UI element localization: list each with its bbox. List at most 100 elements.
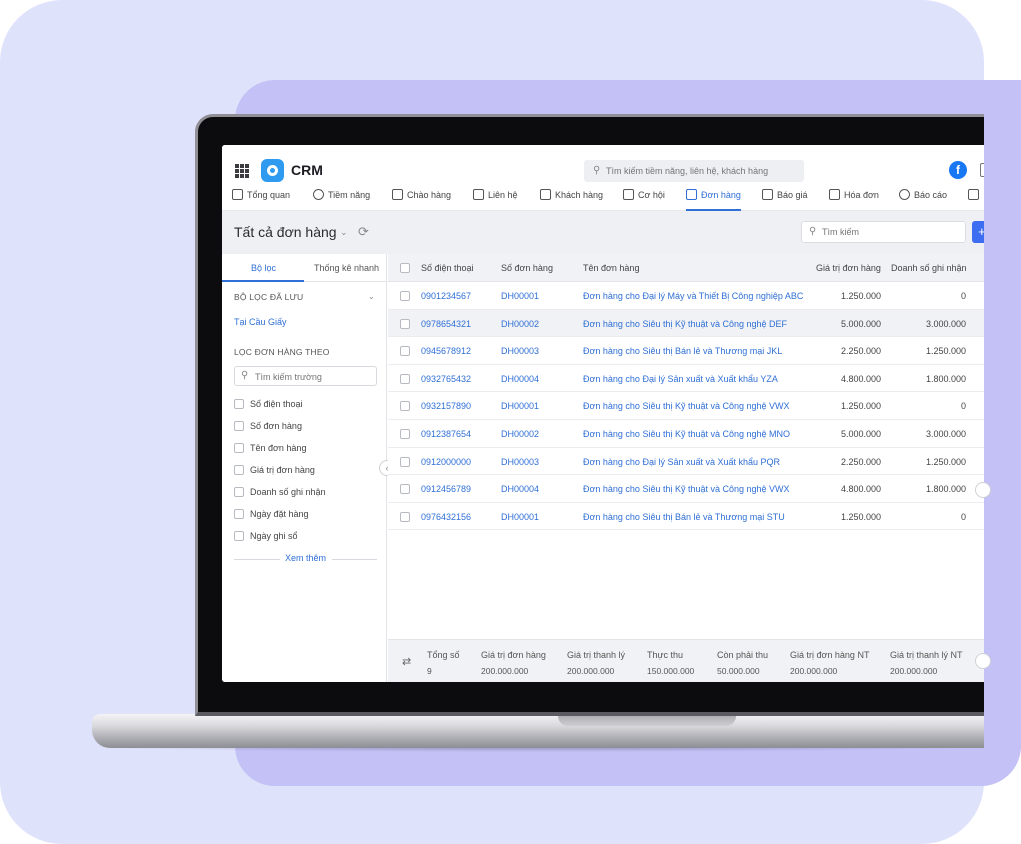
nav-item-reports[interactable]: Báo cáo	[899, 189, 947, 211]
show-more-link[interactable]: Xem thêm	[285, 553, 326, 563]
cell-order-no[interactable]: DH00001	[501, 291, 539, 301]
row-checkbox[interactable]	[400, 511, 410, 522]
field-search-input[interactable]	[255, 370, 373, 383]
nav-item-quotes[interactable]: Báo giá	[762, 189, 808, 211]
row-checkbox[interactable]	[400, 346, 410, 357]
row-checkbox[interactable]	[400, 401, 410, 412]
apps-grid-icon[interactable]	[235, 164, 249, 178]
sliders-icon[interactable]: ⇄	[402, 655, 411, 668]
tab-filter[interactable]: Bộ lọc	[251, 263, 276, 273]
cell-order-name[interactable]: Đơn hàng cho Đại lý Sản xuất và Xuất khẩ…	[583, 374, 778, 384]
cell-phone[interactable]: 0912000000	[421, 457, 471, 467]
cell-order-name[interactable]: Đơn hàng cho Siêu thị Kỹ thuật và Công n…	[583, 401, 790, 411]
table-row[interactable]: 0976432156 DH00001 Đơn hàng cho Siêu thị…	[388, 502, 984, 531]
scroll-right-button[interactable]	[975, 653, 991, 669]
checkbox[interactable]	[234, 509, 244, 519]
cell-order-no[interactable]: DH00002	[501, 319, 539, 329]
checkbox[interactable]	[234, 443, 244, 453]
cell-phone[interactable]: 0901234567	[421, 291, 471, 301]
row-checkbox[interactable]	[400, 373, 410, 384]
row-checkbox[interactable]	[400, 484, 410, 495]
crm-logo-icon[interactable]	[261, 159, 284, 182]
cell-order-no[interactable]: DH00004	[501, 484, 539, 494]
cell-order-name[interactable]: Đơn hàng cho Siêu thị Bán lẻ và Thương m…	[583, 346, 782, 356]
row-checkbox[interactable]	[400, 456, 410, 467]
filter-field-revenue[interactable]: Doanh số ghi nhận	[234, 487, 326, 499]
table-row[interactable]: 0912000000 DH00003 Đơn hàng cho Đại lý S…	[388, 447, 984, 476]
chevron-down-icon[interactable]: ⌄	[368, 292, 375, 301]
checkbox[interactable]	[234, 421, 244, 431]
checkbox[interactable]	[234, 465, 244, 475]
page-title[interactable]: Tất cả đơn hàng	[234, 224, 337, 240]
cell-order-no[interactable]: DH00002	[501, 429, 539, 439]
filter-field-order-value[interactable]: Giá trị đơn hàng	[234, 465, 315, 477]
cell-order-no[interactable]: DH00001	[501, 512, 539, 522]
row-checkbox[interactable]	[400, 291, 410, 301]
nav-item-more[interactable]	[968, 189, 983, 211]
nav-item-overview[interactable]: Tổng quan	[232, 189, 290, 211]
global-search-input[interactable]	[606, 163, 796, 179]
cell-order-no[interactable]: DH00001	[501, 401, 539, 411]
table-row[interactable]: 0978654321 DH00002 Đơn hàng cho Siêu thị…	[388, 309, 984, 338]
scroll-right-button[interactable]	[975, 482, 991, 498]
cell-order-name[interactable]: Đơn hàng cho Siêu thị Bán lẻ và Thương m…	[583, 512, 785, 522]
device-icon[interactable]	[980, 163, 984, 177]
table-row[interactable]: 0932157890 DH00001 Đơn hàng cho Siêu thị…	[388, 392, 984, 420]
filter-field-order-no[interactable]: Số đơn hàng	[234, 421, 302, 433]
refresh-icon[interactable]: ⟳	[358, 224, 369, 240]
cell-phone[interactable]: 0912456789	[421, 484, 471, 494]
facebook-icon[interactable]: f	[949, 161, 967, 179]
cell-order-name[interactable]: Đơn hàng cho Đại lý Sản xuất và Xuất khẩ…	[583, 457, 780, 467]
nav-label: Báo cáo	[914, 190, 948, 200]
cell-phone[interactable]: 0945678912	[421, 346, 471, 356]
table-row[interactable]: 0912387654 DH00002 Đơn hàng cho Siêu thị…	[388, 420, 984, 448]
field-search[interactable]: ⚲	[234, 366, 377, 386]
filter-field-phone[interactable]: Số điện thoại	[234, 399, 303, 411]
cell-order-name[interactable]: Đơn hàng cho Siêu thị Kỹ thuật và Công n…	[583, 319, 787, 329]
column-header-order-no[interactable]: Số đơn hàng	[501, 263, 553, 273]
cell-phone[interactable]: 0912387654	[421, 429, 471, 439]
cell-order-name[interactable]: Đơn hàng cho Siêu thị Kỹ thuật và Công n…	[583, 484, 790, 494]
table-row[interactable]: 0901234567 DH00001 Đơn hàng cho Đại lý M…	[388, 282, 984, 310]
column-header-phone[interactable]: Số điện thoại	[421, 263, 474, 273]
table-row[interactable]: 0945678912 DH00003 Đơn hàng cho Siêu thị…	[388, 337, 984, 365]
column-header-order-value[interactable]: Giá trị đơn hàng	[816, 263, 881, 273]
filter-field-booking-date[interactable]: Ngày ghi sổ	[234, 531, 298, 543]
table-row[interactable]: 0912456789 DH00004 Đơn hàng cho Siêu thị…	[388, 475, 984, 503]
saved-filter-item[interactable]: Tại Cầu Giấy	[234, 317, 287, 327]
checkbox[interactable]	[234, 531, 244, 541]
add-order-button[interactable]: +	[972, 221, 984, 243]
global-search[interactable]: ⚲	[584, 160, 804, 182]
cell-order-no[interactable]: DH00003	[501, 346, 539, 356]
cell-order-no[interactable]: DH00004	[501, 374, 539, 384]
nav-label: Tổng quan	[247, 190, 291, 200]
nav-item-invoices[interactable]: Hóa đơn	[829, 189, 879, 211]
filter-field-order-name[interactable]: Tên đơn hàng	[234, 443, 306, 455]
column-header-revenue[interactable]: Doanh số ghi nhận	[891, 263, 967, 273]
nav-item-offers[interactable]: Chào hàng	[392, 189, 451, 211]
cell-order-no[interactable]: DH00003	[501, 457, 539, 467]
cell-phone[interactable]: 0932157890	[421, 401, 471, 411]
chevron-down-icon[interactable]: ⌄	[340, 227, 348, 238]
nav-item-leads[interactable]: Tiềm năng	[313, 189, 370, 211]
table-row[interactable]: 0932765432 DH00004 Đơn hàng cho Đại lý S…	[388, 364, 984, 393]
filter-field-order-date[interactable]: Ngày đặt hàng	[234, 509, 309, 521]
row-checkbox[interactable]	[400, 429, 410, 439]
cell-order-name[interactable]: Đơn hàng cho Đại lý Máy và Thiết Bị Công…	[583, 291, 803, 301]
row-checkbox[interactable]	[400, 318, 410, 329]
nav-item-contacts[interactable]: Liên hệ	[473, 189, 518, 211]
select-all-checkbox[interactable]	[400, 263, 410, 273]
checkbox[interactable]	[234, 487, 244, 497]
nav-item-customers[interactable]: Khách hàng	[540, 189, 603, 211]
cell-phone[interactable]: 0976432156	[421, 512, 471, 522]
tab-quick-stats[interactable]: Thống kê nhanh	[314, 263, 379, 273]
page-search[interactable]: ⚲	[801, 221, 966, 243]
cell-phone[interactable]: 0978654321	[421, 319, 471, 329]
nav-item-orders[interactable]: Đơn hàng	[686, 189, 741, 211]
cell-phone[interactable]: 0932765432	[421, 374, 471, 384]
column-header-order-name[interactable]: Tên đơn hàng	[583, 263, 639, 273]
checkbox[interactable]	[234, 399, 244, 409]
page-search-input[interactable]	[822, 225, 962, 239]
cell-order-name[interactable]: Đơn hàng cho Siêu thị Kỹ thuật và Công n…	[583, 429, 790, 439]
nav-item-opportunities[interactable]: Cơ hội	[623, 189, 665, 211]
